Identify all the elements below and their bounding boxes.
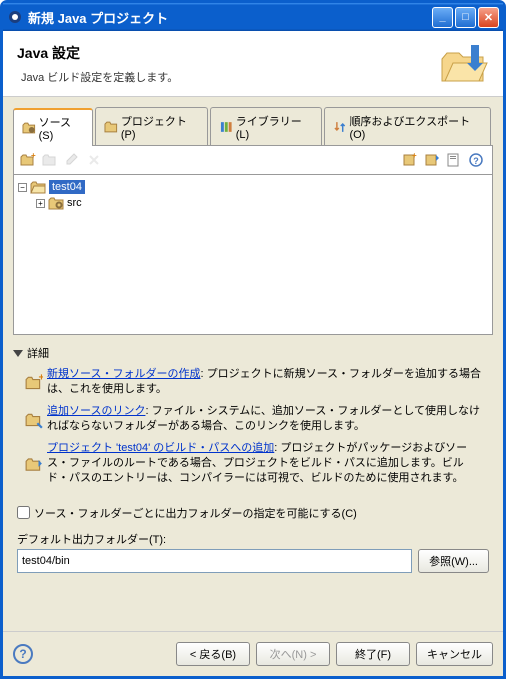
close-button[interactable]: ✕ [478, 7, 499, 28]
detail-link-source: 追加ソースのリンク: ファイル・システムに、追加ソース・フォルダーとして使用しな… [25, 404, 481, 435]
project-folder-icon [30, 180, 46, 194]
toolbar-btn-3[interactable] [444, 150, 464, 170]
project-icon [104, 120, 118, 134]
titlebar: 新規 Java プロジェクト _ □ ✕ [3, 3, 503, 31]
tab-order[interactable]: 順序およびエクスポート(O) [324, 107, 491, 145]
finish-button[interactable]: 終了(F) [336, 642, 410, 666]
detail-new-source: + 新規ソース・フォルダーの作成: プロジェクトに新規ソース・フォルダーを追加す… [25, 367, 481, 398]
output-folder-input[interactable] [17, 549, 412, 573]
new-source-icon: + [25, 368, 43, 398]
details-toggle[interactable]: 詳細 [13, 345, 493, 361]
source-tree[interactable]: − test04 + src [13, 175, 493, 335]
detail-new-source-link[interactable]: 新規ソース・フォルダーの作成 [47, 368, 200, 380]
toolbar: + + ? [13, 146, 493, 175]
collapse-icon[interactable]: − [18, 183, 27, 192]
add-folder-button[interactable]: + [18, 150, 38, 170]
source-folder-icon [48, 196, 64, 210]
source-folder-icon [22, 121, 36, 135]
output-folder-label: デフォルト出力フォルダー(T): [17, 531, 489, 547]
tree-child-label[interactable]: src [67, 197, 82, 209]
details-label: 詳細 [27, 345, 49, 361]
edit-button [62, 150, 82, 170]
tabs: ソース(S) プロジェクト(P) ライブラリー(L) 順序およびエクスポート(O… [13, 107, 493, 146]
allow-output-label: ソース・フォルダーごとに出力フォルダーの指定を可能にする(C) [34, 505, 357, 521]
remove-button [84, 150, 104, 170]
minimize-button[interactable]: _ [432, 7, 453, 28]
svg-text:+: + [39, 373, 44, 384]
tab-source[interactable]: ソース(S) [13, 108, 93, 146]
detail-add-buildpath: プロジェクト 'test04' のビルド・パスへの追加: プロジェクトがパッケー… [25, 441, 481, 487]
tree-child[interactable]: + src [18, 195, 488, 211]
page-title: Java 設定 [17, 43, 439, 63]
folder-java-icon [439, 41, 489, 86]
next-button: 次へ(N) > [256, 642, 330, 666]
tab-source-label: ソース(S) [39, 114, 85, 142]
page-description: Java ビルド設定を定義します。 [21, 69, 439, 85]
triangle-down-icon [13, 350, 23, 357]
wizard-header: Java 設定 Java ビルド設定を定義します。 [3, 31, 503, 97]
tree-root-label[interactable]: test04 [49, 180, 85, 194]
detail-link-source-link[interactable]: 追加ソースのリンク [47, 405, 145, 417]
footer: ? < 戻る(B) 次へ(N) > 終了(F) キャンセル [3, 631, 503, 676]
svg-text:?: ? [473, 156, 479, 166]
tab-projects[interactable]: プロジェクト(P) [95, 107, 208, 145]
tab-projects-label: プロジェクト(P) [121, 113, 199, 141]
cancel-button[interactable]: キャンセル [416, 642, 493, 666]
tab-libraries[interactable]: ライブラリー(L) [210, 107, 322, 145]
maximize-button[interactable]: □ [455, 7, 476, 28]
toolbar-btn-2[interactable] [422, 150, 442, 170]
help-icon[interactable]: ? [466, 150, 486, 170]
back-button[interactable]: < 戻る(B) [176, 642, 250, 666]
tab-libraries-label: ライブラリー(L) [236, 113, 313, 141]
tree-root[interactable]: − test04 [18, 179, 488, 195]
buildpath-icon [25, 442, 43, 487]
app-icon [7, 9, 23, 25]
browse-button[interactable]: 参照(W)... [418, 549, 489, 573]
detail-add-buildpath-link[interactable]: プロジェクト 'test04' のビルド・パスへの追加 [47, 442, 274, 454]
toolbar-btn-1[interactable]: + [400, 150, 420, 170]
window-title: 新規 Java プロジェクト [28, 8, 432, 27]
svg-text:+: + [412, 152, 417, 160]
allow-output-checkbox[interactable] [17, 506, 30, 519]
order-icon [333, 120, 347, 134]
library-icon [219, 120, 233, 134]
link-source-icon [25, 405, 43, 435]
link-folder-button [40, 150, 60, 170]
expand-icon[interactable]: + [36, 199, 45, 208]
svg-text:+: + [31, 152, 36, 160]
tab-order-label: 順序およびエクスポート(O) [349, 113, 482, 141]
help-button[interactable]: ? [13, 644, 33, 664]
